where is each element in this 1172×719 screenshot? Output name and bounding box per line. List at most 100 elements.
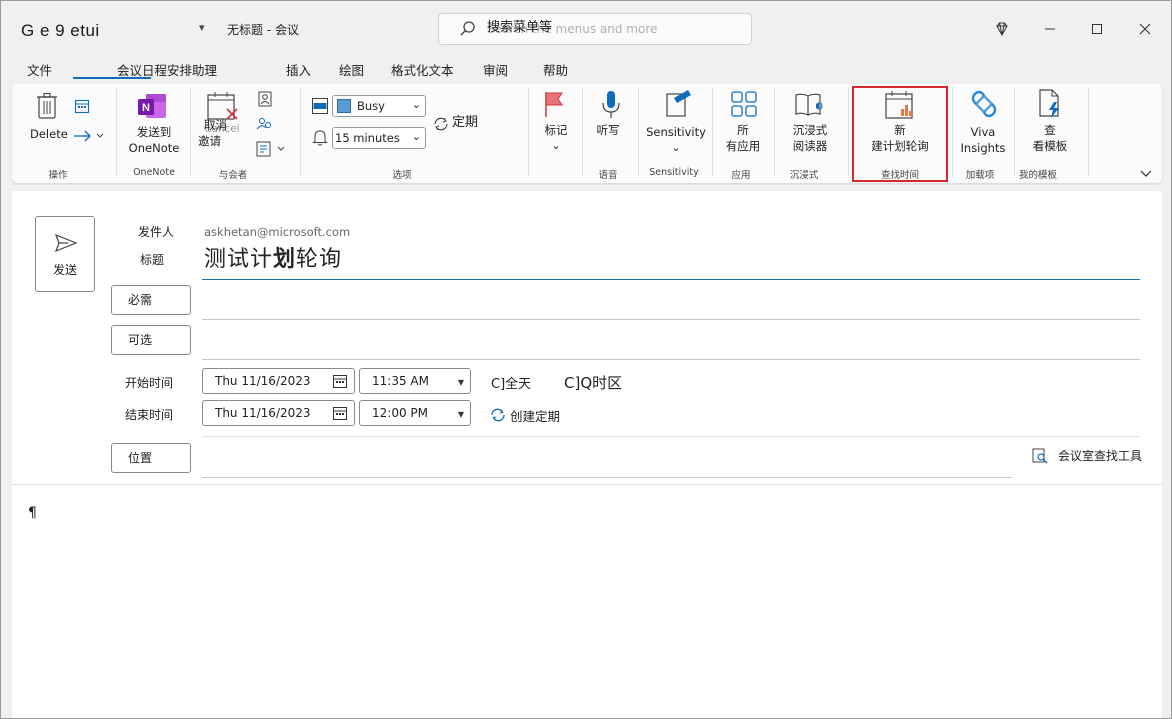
start-time-dropdown[interactable]: 11:35 AM ▾ [359,368,471,394]
group-label-templates: 我的模板 [1018,170,1057,181]
viva-insights-button[interactable]: Viva Insights [956,124,1010,156]
immersive-reader-button[interactable]: 沉浸式 阅读器 [782,122,838,154]
send-icon [54,233,78,257]
send-label: 发送 [52,263,77,277]
start-date-picker[interactable]: Thu 11/16/2023 [202,368,355,394]
sensitivity-button[interactable]: Sensitivity ⌄ [646,124,706,156]
chevron-down-icon: ⌄ [551,139,561,152]
calendar-icon [332,373,348,397]
forward-arrow-icon[interactable] [72,128,106,147]
outlook-meeting-window: G e 9 etui ▾ 无标题 - 会议 Search the menus a… [0,0,1172,719]
all-apps-line2: 有应用 [725,139,761,153]
end-time-label: 结束时间 [125,408,174,422]
cancel-invitation-button[interactable]: Cancel 取消 邀请 [194,117,240,149]
onenote-icon[interactable]: N [136,90,168,126]
send-to-onenote-button[interactable]: 发送到 OneNote [122,124,186,156]
contact-card-icon[interactable] [258,91,272,111]
subject-underline [202,279,1140,280]
delete-button[interactable]: Delete [30,126,68,142]
separator [952,88,953,176]
optional-attendees-input[interactable] [202,359,1140,360]
response-options-icon[interactable] [256,140,288,162]
end-date-picker[interactable]: Thu 11/16/2023 [202,400,355,426]
tab-review[interactable]: 审阅 [483,60,508,79]
group-label-attendees: 与会者 [218,170,248,181]
separator [1088,88,1089,176]
tab-draw[interactable]: 绘图 [339,60,364,79]
attendees-icon[interactable] [256,116,274,136]
recurrence-icon[interactable] [432,116,450,136]
all-day-checkbox[interactable]: C]全天 [491,373,531,392]
view-templates-button[interactable]: 查 看模板 [1022,122,1078,154]
recurrence-button[interactable]: 定期 [452,115,478,131]
required-attendees-input[interactable] [202,319,1140,320]
pilcrow-mark: ¶ [28,505,37,521]
end-time-value: 12:00 PM [372,406,428,420]
dictate-button[interactable]: 听写 [588,122,628,138]
start-time-label: 开始时间 [125,376,174,390]
ribbon-expand-chevron-icon[interactable] [1140,164,1152,183]
all-apps-icon[interactable] [730,90,758,122]
from-address: askhetan@microsoft.com [204,225,351,239]
search-box[interactable]: Search the menus and more 搜索菜单等 [438,13,752,45]
separator [528,88,529,176]
calendar-small-icon[interactable] [74,98,90,118]
delete-icon[interactable] [36,92,58,124]
end-time-dropdown[interactable]: 12:00 PM ▾ [359,400,471,426]
close-icon[interactable] [1131,15,1159,43]
tab-file[interactable]: 文件 [27,60,52,79]
calendar-icon [332,405,348,429]
required-attendees-button[interactable]: 必需 [111,285,191,315]
minimize-icon[interactable] [1036,15,1064,43]
tab-format-text[interactable]: 格式化文本 [391,60,454,79]
microphone-icon[interactable] [600,90,622,124]
search-icon [459,20,477,42]
subject-label: 标题 [140,253,165,267]
room-finder-button[interactable]: 会议室查找工具 [1058,447,1142,464]
group-label-onenote: OneNote [133,167,175,178]
sensitivity-label: Sensitivity [646,125,706,139]
chevron-down-icon: ⌄ [411,130,421,143]
show-as-dropdown[interactable]: Busy ⌄ [332,95,426,117]
start-date-value: Thu 11/16/2023 [215,374,311,388]
chevron-down-icon: ⌄ [411,98,421,111]
tab-help[interactable]: 帮助 [543,60,568,79]
send-to-onenote-line2: OneNote [128,141,180,155]
location-input[interactable] [202,477,1012,478]
tab-insert[interactable]: 插入 [286,60,311,79]
cancel-line1: 取消 [204,118,227,132]
diamond-icon[interactable] [988,15,1016,43]
quick-access-dropdown[interactable]: ▾ [199,21,205,34]
message-body[interactable]: ¶ [12,484,1162,718]
optional-attendees-button[interactable]: 可选 [111,325,191,355]
flag-icon[interactable] [542,90,566,122]
group-label-addins: 加载项 [965,170,995,181]
tag-button[interactable]: 标记 ⌄ [538,122,574,154]
viva-insights-icon[interactable] [968,90,1000,124]
send-to-onenote-line1: 发送到 [136,125,172,139]
viva-line2: Insights [960,141,1006,155]
document-title: 无标题 - 会议 [227,23,299,37]
maximize-icon[interactable] [1083,15,1111,43]
templates-line2: 看模板 [1032,139,1068,153]
templates-icon[interactable] [1036,88,1064,124]
location-button[interactable]: 位置 [111,443,191,473]
send-button[interactable]: 发送 [35,216,95,292]
start-time-value: 11:35 AM [372,374,429,388]
immersive-line1: 沉浸式 [792,123,828,137]
separator [1014,88,1015,176]
from-label: 发件人 [138,225,175,239]
reminder-dropdown[interactable]: 15 minutes ⌄ [332,127,426,149]
subject-field[interactable]: 测试计划轮询 [204,241,342,273]
reminder-bell-icon [312,128,328,150]
make-recurring-icon [490,407,506,426]
time-zone-toggle[interactable]: C]Q时区 [564,372,622,393]
make-recurring-button[interactable]: 创建定期 [510,406,560,425]
separator [848,88,849,176]
immersive-reader-icon[interactable] [794,92,826,122]
separator [582,88,583,176]
subject-bold-part: 划 [273,247,297,272]
sensitivity-icon[interactable] [664,88,692,122]
subject-part1: 测试计 [204,247,274,272]
all-apps-button[interactable]: 所 有应用 [718,122,768,154]
